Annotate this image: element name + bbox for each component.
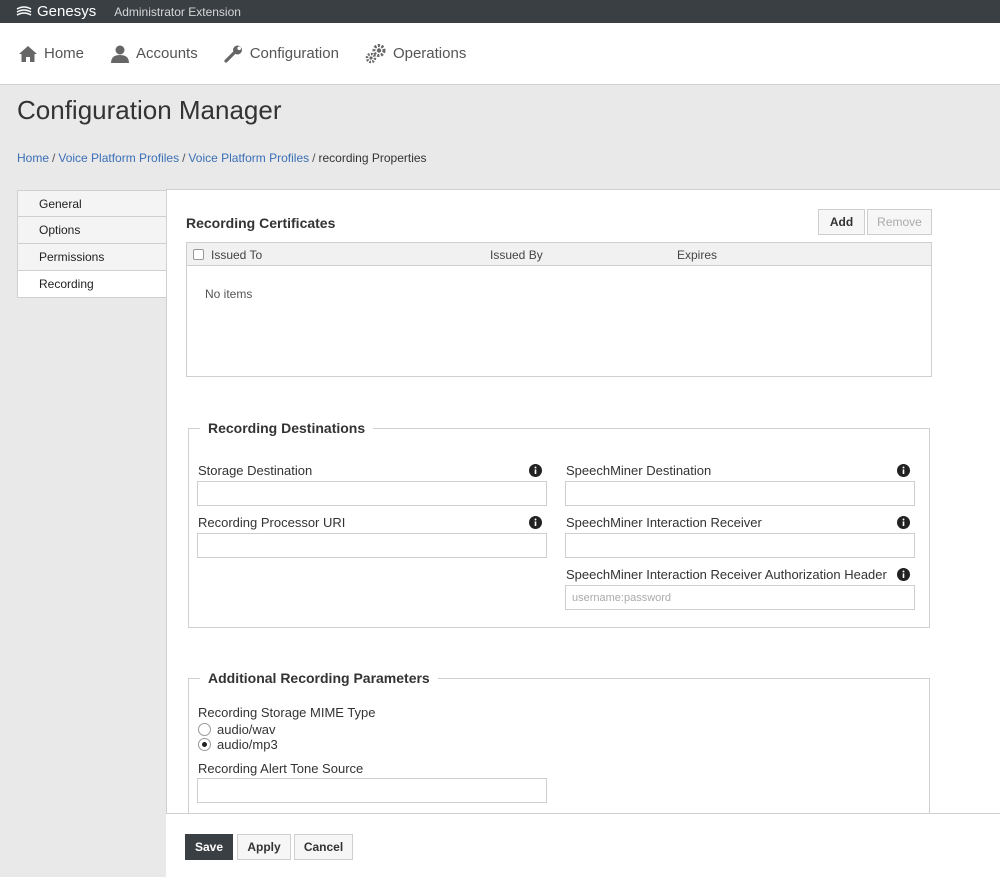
nav-home-label: Home [44, 45, 85, 62]
nav-operations-label: Operations [392, 45, 467, 62]
recording-processor-uri-input[interactable] [197, 533, 547, 558]
top-bar: Genesys Administrator Extension [0, 0, 1000, 23]
column-issued-to[interactable]: Issued To [211, 248, 262, 262]
additional-recording-parameters-group: Additional Recording Parameters Recordin… [188, 670, 930, 828]
gears-icon [365, 43, 386, 63]
mime-option-wav[interactable]: audio/wav [198, 722, 276, 737]
save-button[interactable]: Save [185, 834, 233, 860]
nav-home[interactable]: Home [18, 45, 84, 63]
table-header: Issued To Issued By Expires [187, 243, 931, 266]
breadcrumb-voice-platform-profiles[interactable]: Voice Platform Profiles [58, 151, 179, 165]
apply-button[interactable]: Apply [237, 834, 291, 860]
breadcrumb-home[interactable]: Home [17, 151, 49, 165]
speechminer-destination-label: SpeechMiner Destination [566, 463, 712, 478]
speechminer-destination-input[interactable] [565, 481, 915, 506]
storage-destination-label: Storage Destination [198, 463, 313, 478]
speechminer-auth-header-input[interactable] [565, 585, 915, 610]
info-icon[interactable] [897, 464, 910, 477]
recording-certificates-title: Recording Certificates [186, 215, 336, 231]
column-issued-by[interactable]: Issued By [490, 248, 543, 262]
tab-recording-label: Recording [39, 277, 94, 291]
nav-operations[interactable]: Operations [365, 43, 467, 64]
tab-options[interactable]: Options [17, 217, 167, 244]
wrench-icon [224, 45, 242, 63]
info-icon[interactable] [897, 568, 910, 581]
radio-wav[interactable] [198, 723, 211, 736]
cancel-button[interactable]: Cancel [294, 834, 353, 860]
form-footer: Save Apply Cancel [166, 813, 1000, 877]
breadcrumb: Home / Voice Platform Profiles / Voice Platf… [17, 151, 427, 165]
app-subtitle: Administrator Extension [114, 4, 241, 19]
brand-name: Genesys [37, 3, 97, 20]
select-all-checkbox[interactable] [193, 249, 204, 260]
tab-recording[interactable]: Recording [17, 271, 167, 298]
properties-tabs: General Options Permissions Recording [17, 190, 167, 298]
info-icon[interactable] [897, 516, 910, 529]
genesys-logo-icon [16, 5, 32, 16]
tab-general[interactable]: General [17, 190, 167, 217]
home-icon [19, 45, 37, 62]
additional-parameters-legend: Additional Recording Parameters [200, 670, 438, 686]
breadcrumb-separator: / [312, 151, 316, 165]
nav-accounts-label: Accounts [136, 45, 198, 62]
recording-panel: Recording Certificates Add Remove Issued… [166, 189, 1000, 877]
alert-tone-source-input[interactable] [197, 778, 547, 803]
speechminer-auth-header-label: SpeechMiner Interaction Receiver Authori… [566, 567, 887, 582]
breadcrumb-separator: / [52, 151, 56, 165]
nav-accounts[interactable]: Accounts [110, 45, 198, 63]
recording-processor-uri-label: Recording Processor URI [198, 515, 346, 530]
tab-permissions[interactable]: Permissions [17, 244, 167, 271]
empty-table-message: No items [205, 287, 253, 301]
breadcrumb-current: recording Properties [318, 151, 427, 165]
alert-tone-source-label: Recording Alert Tone Source [198, 761, 364, 776]
tab-permissions-label: Permissions [39, 250, 105, 264]
mime-type-label: Recording Storage MIME Type [198, 705, 376, 720]
mime-option-mp3-label: audio/mp3 [217, 737, 278, 752]
breadcrumb-separator: / [182, 151, 186, 165]
info-icon[interactable] [529, 464, 542, 477]
main-nav: Home Accounts Configuration Operations [0, 23, 1000, 85]
breadcrumb-voice-platform-profiles-2[interactable]: Voice Platform Profiles [188, 151, 309, 165]
user-icon [111, 45, 130, 63]
recording-destinations-group: Recording Destinations Storage Destinati… [188, 420, 930, 628]
speechminer-interaction-receiver-input[interactable] [565, 533, 915, 558]
nav-configuration[interactable]: Configuration [224, 44, 339, 64]
nav-configuration-label: Configuration [249, 45, 339, 62]
radio-mp3[interactable] [198, 738, 211, 751]
mime-option-mp3[interactable]: audio/mp3 [198, 737, 278, 752]
tab-options-label: Options [39, 223, 81, 237]
info-icon[interactable] [529, 516, 542, 529]
add-certificate-button[interactable]: Add [818, 209, 865, 235]
speechminer-interaction-receiver-label: SpeechMiner Interaction Receiver [566, 515, 762, 530]
tab-general-label: General [39, 196, 82, 211]
storage-destination-input[interactable] [197, 481, 547, 506]
certificates-table: Issued To Issued By Expires No items [186, 242, 932, 377]
column-expires[interactable]: Expires [677, 248, 717, 262]
genesys-logo[interactable]: Genesys [16, 3, 96, 20]
remove-certificate-button[interactable]: Remove [867, 209, 932, 235]
page-title: Configuration Manager [17, 95, 282, 125]
mime-option-wav-label: audio/wav [217, 722, 276, 737]
recording-destinations-legend: Recording Destinations [200, 420, 374, 436]
